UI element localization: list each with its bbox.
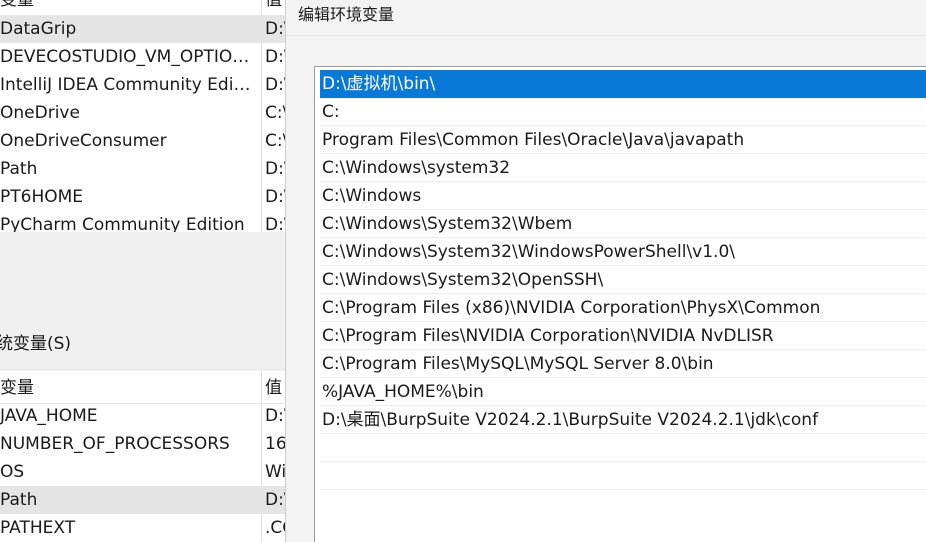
environment-variables-window: 变量 值 DataGrip D:\ DEVECOSTUDIO_VM_OPTION… [0,0,286,542]
path-entry[interactable]: C:\Windows\System32\Wbem [320,210,926,238]
variable-name: PATHEXT [0,518,76,538]
system-variables-header: 变量 值 [0,373,286,403]
path-entry[interactable]: D:\虚拟机\bin\ [320,70,926,98]
variable-name: OneDriveConsumer [0,131,167,151]
dialog-title: 编辑环境变量 [298,5,395,24]
path-entry[interactable]: C:\Program Files (x86)\NVIDIA Corporatio… [320,294,926,322]
variable-name: DataGrip [0,19,77,39]
path-entry[interactable]: Program Files\Common Files\Oracle\Java\j… [320,126,926,154]
path-entry[interactable]: %JAVA_HOME%\bin [320,378,926,406]
variable-value: Wi [265,462,286,482]
variable-name: PyCharm Community Edition [0,215,245,232]
variable-name: OS [0,462,25,482]
user-variables-table: 变量 值 DataGrip D:\ DEVECOSTUDIO_VM_OPTION… [0,0,286,232]
variable-name: DEVECOSTUDIO_VM_OPTIONS [0,47,254,67]
variable-value: D:\ [265,215,286,232]
user-variable-row[interactable]: PyCharm Community Edition D:\ [0,211,286,232]
variable-name: Path [0,159,38,179]
path-entry-empty[interactable] [320,462,926,490]
user-variable-row[interactable]: DataGrip D:\ [0,15,286,43]
header-value[interactable]: 值 [265,0,286,14]
dialog-title-bar[interactable]: 编辑环境变量 [286,0,926,36]
system-variables-table: 变量 值 JAVA_HOME D:\ NUMBER_OF_PROCESSORS … [0,371,286,542]
path-entry[interactable]: D:\桌面\BurpSuite V2024.2.1\BurpSuite V202… [320,406,926,434]
user-variable-row[interactable]: Path D:\ [0,155,286,183]
variable-value: D:\ [265,159,286,179]
user-variables-header: 变量 值 [0,0,286,14]
path-entry[interactable]: C:\Program Files\NVIDIA Corporation\NVID… [320,322,926,350]
path-entries-list[interactable]: D:\虚拟机\bin\ C: Program Files\Common File… [314,66,926,542]
system-variables-label: 统变量(S) [0,334,72,354]
variable-name: JAVA_HOME [0,406,98,426]
user-variable-row[interactable]: PT6HOME D:\ [0,183,286,211]
edit-environment-variable-dialog: 编辑环境变量 D:\虚拟机\bin\ C: Program Files\Comm… [285,0,926,542]
path-entry[interactable]: C:\Windows\System32\OpenSSH\ [320,266,926,294]
path-entry[interactable]: C: [320,98,926,126]
header-variable[interactable]: 变量 [0,373,254,403]
variable-name: PT6HOME [0,187,84,207]
user-variable-row[interactable]: DEVECOSTUDIO_VM_OPTIONS D:\ [0,43,286,71]
user-variable-row[interactable]: OneDrive C:\ [0,99,286,127]
header-variable[interactable]: 变量 [0,0,254,14]
variable-name: NUMBER_OF_PROCESSORS [0,434,230,454]
variable-value: 16 [265,434,286,454]
variable-value: C:\ [265,131,286,151]
system-variable-row[interactable]: Path D:\ [0,486,286,514]
variable-value: D:\ [265,75,286,95]
path-entry[interactable]: C:\Windows [320,182,926,210]
header-value[interactable]: 值 [265,373,286,403]
variable-name: Path [0,490,38,510]
system-variable-row[interactable]: OS Wi [0,458,286,486]
variable-value: D:\ [265,47,286,67]
system-variable-row[interactable]: NUMBER_OF_PROCESSORS 16 [0,430,286,458]
variable-value: D:\ [265,187,286,207]
variable-value: D:\ [265,490,286,510]
path-entry[interactable]: C:\Windows\System32\WindowsPowerShell\v1… [320,238,926,266]
system-variable-row[interactable]: JAVA_HOME D:\ [0,402,286,430]
variable-value: D:\ [265,19,286,39]
path-entry[interactable]: C:\Windows\system32 [320,154,926,182]
variable-value: D:\ [265,406,286,426]
user-variable-row[interactable]: IntelliJ IDEA Community Edition D:\ [0,71,286,99]
user-variable-row[interactable]: OneDriveConsumer C:\ [0,127,286,155]
variable-name: OneDrive [0,103,80,123]
variable-value: .CO [265,518,286,538]
path-entry[interactable]: C:\Program Files\MySQL\MySQL Server 8.0\… [320,350,926,378]
variable-value: C:\ [265,103,286,123]
path-entry-empty[interactable] [320,434,926,462]
variable-name: IntelliJ IDEA Community Edition [0,75,254,95]
system-variable-row[interactable]: PATHEXT .CO [0,514,286,542]
